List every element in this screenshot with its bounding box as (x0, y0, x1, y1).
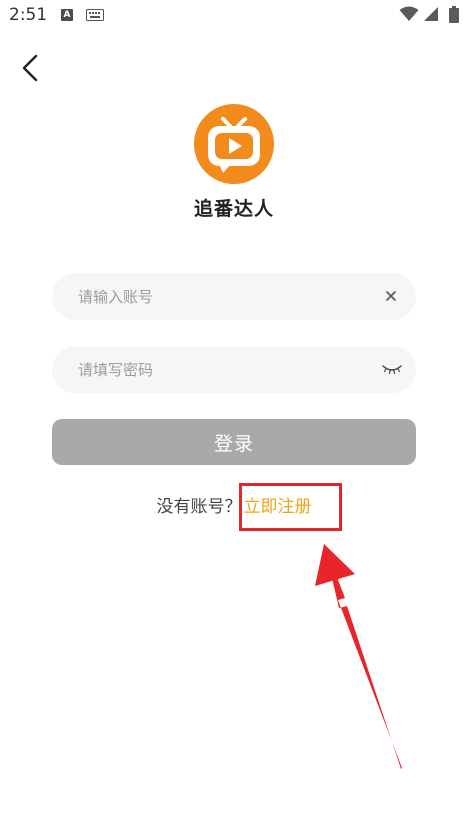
app-name: 追番达人 (193, 198, 274, 220)
eye-closed-icon[interactable] (382, 362, 402, 376)
password-field-container (52, 346, 416, 393)
annotation-arrow (315, 544, 402, 769)
wifi-icon (399, 6, 419, 21)
battery-icon (449, 6, 459, 23)
tv-play-logo-icon (194, 104, 274, 184)
password-input[interactable] (78, 346, 378, 393)
status-bar: 2:51 A (0, 0, 468, 32)
notification-a-icon: A (61, 9, 73, 21)
account-field-container (52, 273, 416, 320)
annotation-highlight-box (239, 483, 342, 531)
signal-icon (424, 7, 438, 21)
keyboard-icon (86, 9, 104, 21)
account-input[interactable] (78, 273, 378, 320)
register-row: 没有账号？ 立即注册 (0, 492, 468, 517)
login-button[interactable]: 登录 (52, 419, 416, 465)
close-icon[interactable] (384, 289, 398, 303)
status-time: 2:51 (9, 5, 48, 25)
back-button[interactable] (14, 52, 48, 86)
no-account-text: 没有账号？ (156, 497, 242, 517)
